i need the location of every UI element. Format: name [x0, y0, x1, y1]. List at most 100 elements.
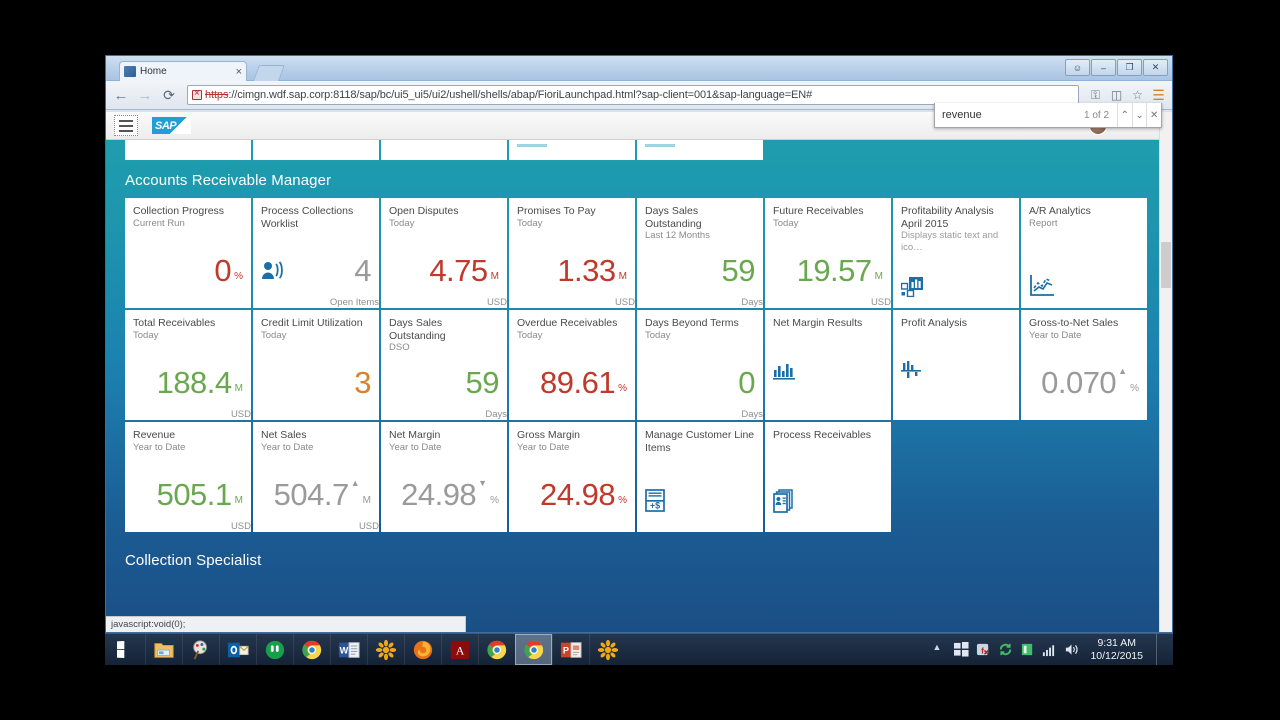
tile-partial[interactable] [509, 140, 635, 160]
tile-days-beyond-terms[interactable]: Days Beyond Terms Today 0 Days [637, 310, 763, 420]
address-bar[interactable]: https ://cimgn.wdf.sap.corp:8118/sap/bc/… [187, 85, 1079, 105]
show-desktop-button[interactable] [1156, 634, 1165, 665]
find-next-icon[interactable]: ⌄ [1131, 103, 1147, 127]
tile-subtitle: DSO [389, 342, 410, 353]
sync-icon[interactable] [998, 642, 1013, 657]
show-hidden-icons[interactable]: ▲ [932, 642, 947, 657]
taskbar-chrome-3-active[interactable] [515, 634, 552, 665]
tile-value: 59 [722, 255, 756, 286]
tile-value: 3 [354, 367, 371, 398]
maximize-button[interactable]: ❐ [1117, 59, 1142, 76]
bookmark-star-icon[interactable]: ☆ [1129, 88, 1146, 102]
tile-total-receivables[interactable]: Total Receivables Today 188.4 M USD [125, 310, 251, 420]
tile-title-line2: Outstanding [645, 217, 702, 230]
tile-credit-limit-utilization[interactable]: Credit Limit Utilization Today 3 [253, 310, 379, 420]
tile-process-receivables[interactable]: Process Receivables [765, 422, 891, 532]
taskbar-greenshot[interactable] [256, 634, 293, 665]
user-profile-button[interactable]: ☺ [1065, 59, 1090, 76]
tile-number: 89.61 [540, 365, 616, 400]
tile-value: 19.57 M [797, 255, 883, 286]
tab-close-icon[interactable]: × [232, 66, 242, 78]
find-bar: 1 of 2 ⌃ ⌄ ✕ [934, 103, 1162, 128]
extension-icon[interactable]: ◫ [1108, 88, 1125, 102]
tile-promises-to-pay[interactable]: Promises To Pay Today 1.33 M USD [509, 198, 635, 308]
tile-value: 0.070 ▲ % [1041, 367, 1139, 399]
tile-title: Process Receivables [773, 429, 872, 441]
taskbar-file-explorer[interactable] [145, 634, 182, 665]
tile-process-collections-worklist[interactable]: Process Collections Worklist 4 Open Item… [253, 198, 379, 308]
scrollbar-thumb[interactable] [1161, 242, 1171, 288]
taskbar-word[interactable]: W [330, 634, 367, 665]
hamburger-icon[interactable] [114, 115, 138, 136]
taskbar-gimp-1[interactable] [367, 634, 404, 665]
find-close-icon[interactable]: ✕ [1146, 103, 1161, 127]
taskbar-firefox[interactable] [404, 634, 441, 665]
tile-profit-analysis[interactable]: Profit Analysis [893, 310, 1019, 420]
find-input[interactable] [935, 109, 1084, 121]
taskbar-gimp-2[interactable] [589, 634, 626, 665]
start-button[interactable] [105, 634, 145, 665]
tile-partial[interactable] [253, 140, 379, 160]
taskbar-chrome-1[interactable] [293, 634, 330, 665]
network-icon[interactable] [1042, 642, 1057, 657]
invoice-plus-icon: +$ [645, 489, 667, 513]
forward-button[interactable]: → [135, 87, 155, 104]
close-button[interactable]: ✕ [1143, 59, 1168, 76]
volume-icon[interactable] [1064, 642, 1079, 657]
bar-chart-tile-icon [901, 275, 927, 297]
page-scrollbar[interactable] [1159, 112, 1172, 632]
group-title-ar-manager: Accounts Receivable Manager [125, 172, 332, 189]
tile-number: 0 [738, 365, 755, 400]
tile-net-margin[interactable]: Net Margin Year to Date 24.98 ▼ % [381, 422, 507, 532]
action-center-icon[interactable] [954, 642, 969, 657]
tile-title: Days Sales [389, 317, 443, 329]
tile-unit: M [874, 271, 883, 282]
taskbar-paint[interactable] [182, 634, 219, 665]
taskbar-outlook[interactable] [219, 634, 256, 665]
flash-icon[interactable]: f [976, 642, 991, 657]
chrome-menu-icon[interactable]: ☰ [1150, 87, 1167, 104]
sap-icon[interactable] [1020, 642, 1035, 657]
tile-net-margin-results[interactable]: Net Margin Results [765, 310, 891, 420]
tile-revenue[interactable]: Revenue Year to Date 505.1 M USD [125, 422, 251, 532]
find-match-count: 1 of 2 [1084, 109, 1110, 121]
tile-number: 1.33 [557, 253, 616, 288]
browser-tab-home[interactable]: Home × [119, 61, 247, 81]
tile-overdue-receivables[interactable]: Overdue Receivables Today 89.61 % [509, 310, 635, 420]
tile-partial[interactable] [125, 140, 251, 160]
tile-unit: % [618, 495, 627, 506]
tile-unit: % [490, 495, 499, 506]
tile-manage-customer-line-items[interactable]: Manage Customer Line Items +$ [637, 422, 763, 532]
tile-days-sales-outstanding-dso[interactable]: Days Sales Outstanding DSO 59 Days [381, 310, 507, 420]
tile-collection-progress[interactable]: Collection Progress Current Run 0 % [125, 198, 251, 308]
insecure-certificate-icon[interactable] [192, 88, 204, 100]
svg-text:W: W [340, 645, 349, 655]
tile-ar-analytics[interactable]: A/R Analytics Report [1021, 198, 1147, 308]
tile-days-sales-outstanding-12m[interactable]: Days Sales Outstanding Last 12 Months 59… [637, 198, 763, 308]
tile-subtitle: Year to Date [261, 441, 314, 453]
tile-title: Credit Limit Utilization [261, 317, 363, 329]
tile-partial[interactable] [637, 140, 763, 160]
taskbar-chrome-2[interactable] [478, 634, 515, 665]
tile-profitability-analysis[interactable]: Profitability Analysis April 2015 Displa… [893, 198, 1019, 308]
new-tab-button[interactable] [253, 65, 285, 81]
sap-logo[interactable]: SAP [152, 117, 191, 134]
column-chart-icon [773, 362, 797, 380]
back-button[interactable]: ← [111, 87, 131, 104]
tile-net-sales[interactable]: Net Sales Year to Date 504.7 ▲ M USD [253, 422, 379, 532]
taskbar-clock[interactable]: 9:31 AM 10/12/2015 [1086, 637, 1143, 663]
taskbar-powerpoint[interactable]: P [552, 634, 589, 665]
minimize-button[interactable]: – [1091, 59, 1116, 76]
tile-title: Profit Analysis [901, 317, 967, 329]
tile-future-receivables[interactable]: Future Receivables Today 19.57 M USD [765, 198, 891, 308]
find-previous-icon[interactable]: ⌃ [1117, 103, 1132, 127]
svg-text:f: f [982, 645, 985, 655]
reload-button[interactable]: ⟳ [159, 87, 179, 104]
tile-value: 4.75 M [429, 255, 499, 286]
tile-gross-margin[interactable]: Gross Margin Year to Date 24.98 % [509, 422, 635, 532]
tile-open-disputes[interactable]: Open Disputes Today 4.75 M USD [381, 198, 507, 308]
taskbar-acrobat[interactable]: A [441, 634, 478, 665]
tile-gross-to-net-sales[interactable]: Gross-to-Net Sales Year to Date 0.070 ▲ … [1021, 310, 1147, 420]
tile-partial[interactable] [381, 140, 507, 160]
key-icon[interactable]: ⚿ [1087, 88, 1104, 103]
